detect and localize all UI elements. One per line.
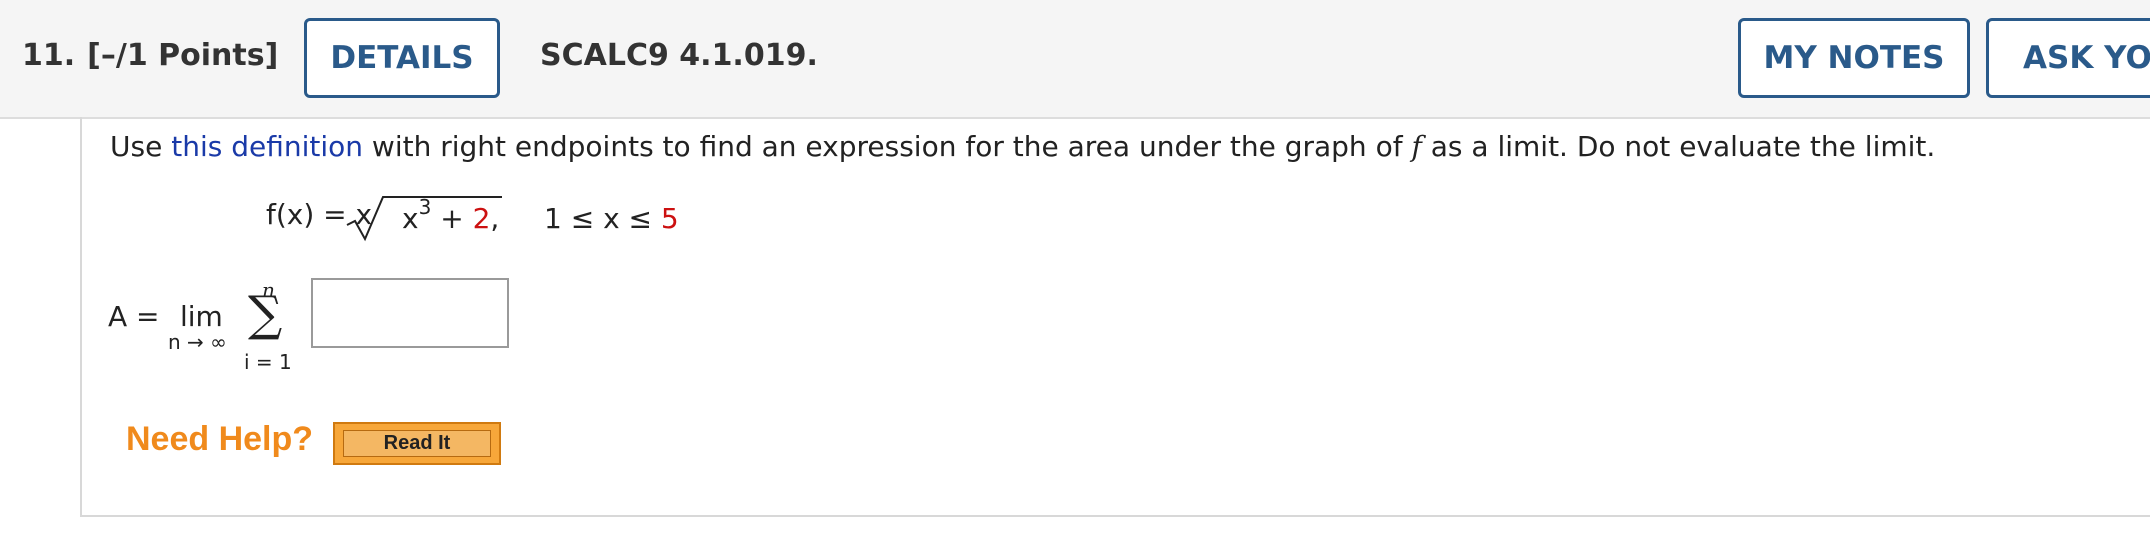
points-label: [–/1 Points] — [87, 38, 279, 73]
need-help-label: Need Help? — [126, 420, 314, 458]
answer-input[interactable] — [311, 278, 509, 348]
prompt-text-3: as a limit. Do not evaluate the limit. — [1421, 130, 1936, 163]
radicand: x3 + 2, — [402, 195, 500, 235]
radicand-exponent: 3 — [418, 195, 432, 219]
my-notes-button[interactable]: MY NOTES — [1738, 18, 1970, 98]
domain-upper-bound: 5 — [660, 202, 679, 235]
question-header: 11. [–/1 Points] DETAILS SCALC9 4.1.019. … — [0, 0, 2150, 119]
sum-lower-limit: i = 1 — [244, 350, 292, 374]
prompt-text-2: with right endpoints to find an expressi… — [363, 130, 1412, 163]
radicand-constant: 2 — [472, 202, 491, 235]
read-it-label: Read It — [343, 430, 491, 457]
prompt-text-1: Use — [110, 130, 172, 163]
radicand-comma: , — [490, 202, 500, 235]
radicand-base: x — [402, 202, 419, 235]
area-label: A = — [108, 300, 160, 333]
ask-your-teacher-button[interactable]: ASK YOU — [1986, 18, 2150, 98]
question-number-text: 11. — [22, 38, 76, 73]
details-button[interactable]: DETAILS — [304, 18, 500, 98]
problem-prompt: Use this definition with right endpoints… — [110, 130, 1935, 163]
read-it-button[interactable]: Read It — [333, 422, 501, 465]
radicand-plus: + — [431, 202, 473, 235]
limit-label: lim — [180, 300, 223, 333]
domain-interval: 1 ≤ x ≤ 5 — [544, 202, 679, 235]
question-id: SCALC9 4.1.019. — [540, 38, 818, 73]
prompt-variable: f — [1411, 130, 1422, 163]
question-number: 11. [–/1 Points] — [22, 38, 278, 73]
limit-subscript: n → ∞ — [168, 330, 227, 354]
sigma-icon: ∑ — [248, 286, 283, 342]
domain-left: 1 ≤ x ≤ — [544, 202, 661, 235]
definition-link[interactable]: this definition — [171, 130, 363, 163]
